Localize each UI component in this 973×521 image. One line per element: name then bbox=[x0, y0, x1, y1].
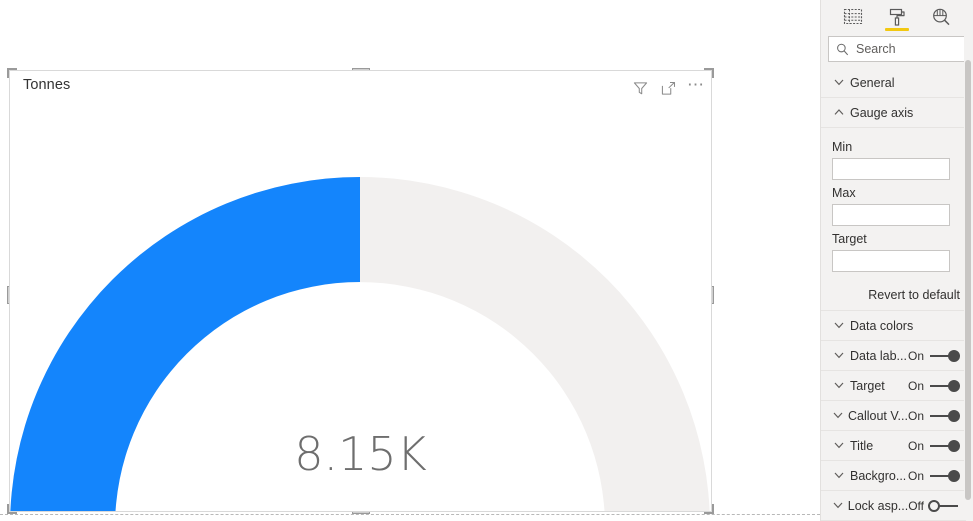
gauge-callout-value: 8.15K bbox=[294, 427, 427, 481]
target-field[interactable] bbox=[832, 250, 950, 272]
lock-aspect-toggle[interactable]: Off bbox=[908, 499, 960, 513]
chevron-down-icon bbox=[832, 472, 846, 479]
chevron-down-icon bbox=[832, 322, 846, 329]
section-title[interactable]: Title On bbox=[821, 431, 966, 461]
section-gauge-axis[interactable]: Gauge axis bbox=[821, 98, 966, 128]
search-placeholder: Search bbox=[856, 42, 896, 56]
section-callout-value-label: Callout V... bbox=[847, 408, 908, 423]
chevron-up-icon bbox=[832, 109, 846, 116]
chevron-down-icon bbox=[832, 442, 846, 449]
section-lock-aspect-label: Lock asp... bbox=[847, 498, 909, 513]
section-general-label: General bbox=[850, 75, 895, 90]
section-lock-aspect[interactable]: Lock asp... Off bbox=[821, 491, 966, 521]
report-canvas[interactable]: Tonnes ⋯ 8.15K bbox=[0, 0, 820, 521]
format-tab[interactable] bbox=[880, 2, 914, 32]
background-toggle-state: On bbox=[907, 468, 924, 483]
gauge-axis-section-body: Min Max Target bbox=[821, 128, 966, 280]
toggle-switch[interactable] bbox=[928, 379, 960, 393]
section-data-labels-label: Data lab... bbox=[850, 348, 907, 363]
revert-to-default-label: Revert to default bbox=[868, 288, 960, 302]
target-field-label: Target bbox=[832, 232, 867, 246]
pane-tab-strip bbox=[821, 0, 973, 33]
min-field[interactable] bbox=[832, 158, 950, 180]
search-icon bbox=[836, 43, 849, 56]
section-general[interactable]: General bbox=[821, 68, 966, 98]
analytics-tab[interactable] bbox=[924, 2, 958, 32]
gauge-plot-area: 8.15K 0.00K 16.30K bbox=[10, 71, 711, 511]
section-gauge-axis-label: Gauge axis bbox=[850, 105, 914, 120]
background-toggle[interactable]: On bbox=[908, 469, 960, 483]
chevron-down-icon bbox=[832, 412, 844, 419]
visualizations-format-pane[interactable]: Search General Gauge axis Min Max Target bbox=[820, 0, 973, 521]
callout-value-toggle[interactable]: On bbox=[908, 409, 960, 423]
toggle-switch[interactable] bbox=[928, 409, 960, 423]
chevron-down-icon bbox=[832, 502, 844, 509]
page-boundary-line bbox=[0, 514, 820, 515]
section-target-label: Target bbox=[850, 378, 885, 393]
min-field-label: Min bbox=[832, 140, 853, 154]
max-field[interactable] bbox=[832, 204, 950, 226]
target-toggle[interactable]: On bbox=[908, 379, 960, 393]
chevron-down-icon bbox=[832, 352, 846, 359]
toggle-switch[interactable] bbox=[928, 439, 960, 453]
callout-value-toggle-state: On bbox=[907, 408, 924, 423]
chevron-down-icon bbox=[832, 79, 846, 86]
section-callout-value[interactable]: Callout V... On bbox=[821, 401, 966, 431]
search-input[interactable]: Search bbox=[828, 36, 966, 62]
section-title-label: Title bbox=[850, 438, 874, 453]
data-labels-toggle-state: On bbox=[907, 348, 924, 363]
section-data-labels[interactable]: Data lab... On bbox=[821, 341, 966, 371]
gauge-visual[interactable]: Tonnes ⋯ 8.15K bbox=[9, 70, 712, 512]
pane-scrollbar-thumb[interactable] bbox=[965, 60, 971, 500]
toggle-switch[interactable] bbox=[928, 499, 960, 513]
data-labels-toggle[interactable]: On bbox=[908, 349, 960, 363]
section-background[interactable]: Backgro... On bbox=[821, 461, 966, 491]
chevron-down-icon bbox=[832, 382, 846, 389]
toggle-switch[interactable] bbox=[928, 349, 960, 363]
format-sections-list[interactable]: General Gauge axis Min Max Target Revert… bbox=[821, 68, 966, 521]
revert-to-default-button[interactable]: Revert to default bbox=[821, 280, 966, 311]
target-toggle-state: On bbox=[907, 378, 924, 393]
section-background-label: Backgro... bbox=[850, 468, 907, 483]
title-toggle[interactable]: On bbox=[908, 439, 960, 453]
section-target[interactable]: Target On bbox=[821, 371, 966, 401]
title-toggle-state: On bbox=[907, 438, 924, 453]
toggle-switch[interactable] bbox=[928, 469, 960, 483]
pane-scrollbar[interactable] bbox=[964, 34, 972, 517]
section-data-colors-label: Data colors bbox=[850, 318, 914, 333]
max-field-label: Max bbox=[832, 186, 856, 200]
section-data-colors[interactable]: Data colors bbox=[821, 311, 966, 341]
lock-aspect-toggle-state: Off bbox=[908, 498, 924, 513]
fields-tab[interactable] bbox=[836, 2, 870, 32]
